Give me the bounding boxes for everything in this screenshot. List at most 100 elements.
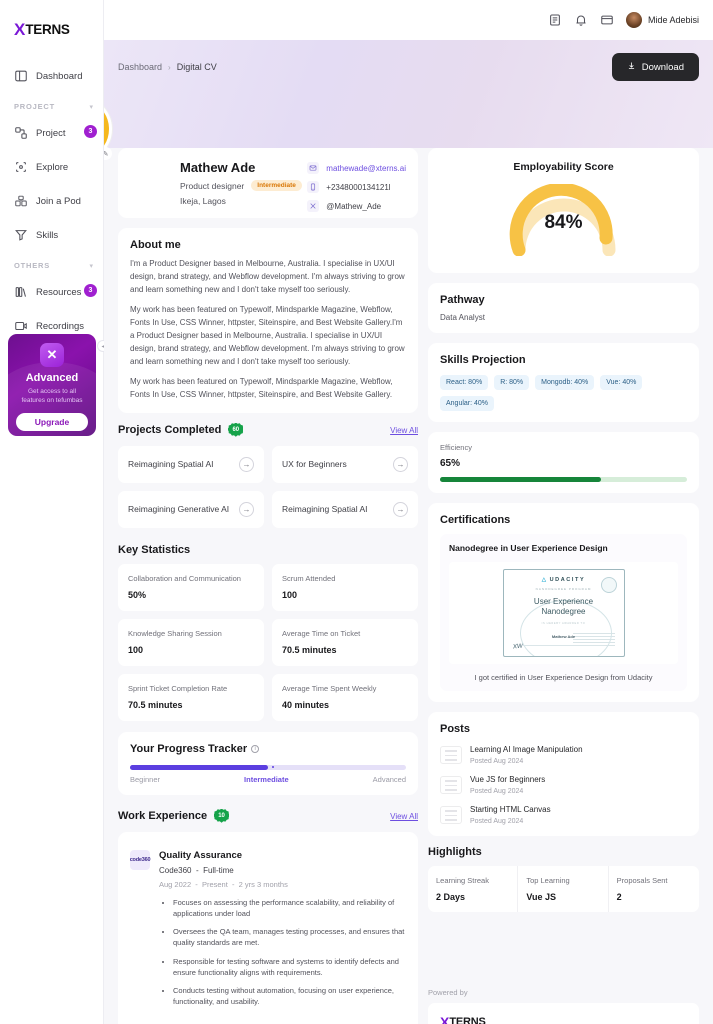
- project-name: Reimagining Spatial AI: [282, 504, 368, 515]
- projects-view-all-link[interactable]: View All: [390, 426, 418, 435]
- brand-logo[interactable]: X TERNS: [0, 12, 103, 42]
- contact-email-value: mathewade@xterns.ai: [326, 163, 406, 173]
- experience-duration: 2 yrs 3 months: [238, 879, 288, 889]
- post-text: Starting HTML Canvas Posted Aug 2024: [470, 805, 551, 825]
- arrow-right-icon[interactable]: →: [239, 501, 254, 517]
- avatar: [625, 12, 642, 28]
- download-button[interactable]: Download: [611, 53, 699, 81]
- progress-tracker-header: Your Progress Tracker i: [130, 743, 406, 755]
- work-experience-view-all-link[interactable]: View All: [390, 812, 418, 821]
- sidebar-item-label: Project: [36, 127, 66, 139]
- post-item[interactable]: Starting HTML Canvas Posted Aug 2024: [440, 805, 687, 825]
- explore-icon: [14, 160, 28, 174]
- sidebar-item-project[interactable]: Project 3: [0, 121, 103, 145]
- wallet-icon[interactable]: [600, 13, 614, 27]
- highlight-value: 2: [616, 892, 622, 902]
- project-card[interactable]: UX for Beginners →: [272, 445, 418, 483]
- pathway-value: Data Analyst: [440, 313, 485, 322]
- profile-photo-wrap: ✎: [104, 96, 112, 162]
- brand-x-icon: X: [14, 19, 25, 39]
- contact-social[interactable]: @Mathew_Ade: [307, 200, 406, 212]
- breadcrumb-separator-icon: ›: [168, 62, 171, 72]
- arrow-right-icon[interactable]: →: [239, 456, 254, 472]
- project-card[interactable]: Reimagining Spatial AI →: [272, 490, 418, 528]
- stat-card: Knowledge Sharing Session 100: [118, 618, 264, 666]
- project-card[interactable]: Reimagining Generative AI →: [118, 490, 264, 528]
- chevron-down-icon: ▾: [89, 103, 93, 111]
- stat-value: 40 minutes: [282, 699, 330, 710]
- post-item[interactable]: Vue JS for Beginners Posted Aug 2024: [440, 775, 687, 795]
- work-experience-header-left: Work Experience 10: [118, 808, 230, 824]
- breadcrumb-root[interactable]: Dashboard: [118, 62, 162, 72]
- breadcrumb: Dashboard › Digital CV: [118, 62, 217, 72]
- certification-item[interactable]: Nanodegree in User Experience Design △ UD…: [440, 534, 687, 691]
- skills-chips: React: 80% R: 80% Mongodb: 40% Vue: 40% …: [440, 375, 687, 411]
- project-card[interactable]: Reimagining Spatial AI →: [118, 445, 264, 483]
- info-icon[interactable]: i: [251, 744, 260, 753]
- sidebar-badge-resources: 3: [84, 284, 97, 297]
- footer-brand-name: TERNS: [449, 1016, 486, 1024]
- certifications-card: Certifications Nanodegree in User Experi…: [428, 503, 699, 702]
- breadcrumb-current: Digital CV: [176, 62, 217, 72]
- arrow-right-icon[interactable]: →: [393, 501, 408, 517]
- progress-label-beginner: Beginner: [130, 774, 161, 784]
- progress-label-advanced: Advanced: [372, 774, 406, 784]
- project-name: UX for Beginners: [282, 459, 347, 470]
- certificate-person: Mathew Ade: [551, 634, 576, 639]
- arrow-right-icon[interactable]: →: [393, 456, 408, 472]
- stat-label: Collaboration and Communication: [128, 573, 241, 583]
- contact-social-value: @Mathew_Ade: [326, 201, 382, 211]
- user-menu[interactable]: Mide Adebisi: [625, 12, 699, 28]
- progress-tracker-title: Your Progress Tracker: [130, 742, 248, 755]
- sidebar-item-label: Skills: [36, 229, 59, 241]
- about-card: About me I'm a Product Designer based in…: [118, 228, 418, 413]
- upgrade-button[interactable]: Upgrade: [16, 412, 88, 431]
- employability-title: Employability Score: [513, 161, 614, 173]
- footer-section: Powered by X TERNS BY DAREY.IO © Copyrig…: [428, 988, 699, 1024]
- post-date: Posted Aug 2024: [470, 788, 524, 795]
- sidebar-item-dashboard[interactable]: Dashboard: [0, 64, 103, 88]
- bell-icon[interactable]: [574, 13, 588, 27]
- progress-bar-track[interactable]: [130, 764, 406, 770]
- contact-phone[interactable]: +2348000134121l: [307, 181, 406, 193]
- sidebar-item-label: Join a Pod: [36, 195, 81, 207]
- post-item[interactable]: Learning AI Image Manipulation Posted Au…: [440, 745, 687, 765]
- certificate-brand: △ UDACITY: [512, 577, 616, 583]
- progress-label-intermediate: Intermediate: [244, 774, 289, 784]
- stat-value: 50%: [128, 589, 147, 600]
- contact-email[interactable]: mathewade@xterns.ai: [307, 162, 406, 174]
- stat-value: 100: [128, 644, 144, 655]
- experience-bullet: Conducts testing without automation, foc…: [173, 985, 406, 1008]
- resources-icon: [14, 285, 28, 299]
- sidebar-item-explore[interactable]: Explore: [0, 155, 103, 179]
- sidebar-section-others[interactable]: OTHERS ▾: [0, 261, 103, 270]
- sidebar-item-join-a-pod[interactable]: Join a Pod: [0, 189, 103, 213]
- experience-bullet: Responsible for testing software and sys…: [173, 956, 406, 979]
- skill-chip: Angular: 40%: [440, 396, 495, 411]
- promo-title: Advanced: [25, 372, 79, 384]
- edit-photo-icon[interactable]: ✎: [104, 147, 112, 160]
- project-name: Reimagining Generative AI: [128, 504, 230, 515]
- section-title: PROJECT: [14, 102, 56, 111]
- experience-sep: -: [193, 865, 204, 875]
- sidebar-item-label: Explore: [36, 161, 69, 173]
- upgrade-promo-card[interactable]: ✕ Advanced Get access to all features on…: [8, 334, 96, 436]
- employability-gauge: 84%: [440, 178, 687, 262]
- efficiency-value: 65%: [440, 458, 461, 469]
- note-icon[interactable]: [548, 13, 562, 27]
- post-thumbnail-icon: [440, 806, 462, 824]
- promo-subtitle: Get access to all features on tefumbas: [21, 388, 83, 404]
- sidebar-badge-project: 3: [84, 125, 97, 138]
- download-button-label: Download: [641, 61, 684, 73]
- certificate-subline: IS HEREBY AWARDED TO: [541, 622, 586, 625]
- experience-dates: Aug 2022 - Present - 2 yrs 3 months: [159, 880, 406, 889]
- highlights-section: Highlights Learning Streak 2 Days Top Le…: [428, 846, 699, 912]
- sidebar-item-skills[interactable]: Skills: [0, 223, 103, 247]
- sidebar-item-resources[interactable]: Resources 3: [0, 280, 103, 304]
- skill-chip: Mongodb: 40%: [535, 375, 595, 390]
- certificate-image: △ UDACITY NANODEGREE PROGRAM User Experie…: [449, 562, 678, 664]
- sidebar-section-project[interactable]: PROJECT ▾: [0, 102, 103, 111]
- breadcrumb-bar: Dashboard › Digital CV Download: [118, 40, 699, 81]
- download-icon: [627, 61, 636, 73]
- stat-label: Scrum Attended: [282, 573, 336, 583]
